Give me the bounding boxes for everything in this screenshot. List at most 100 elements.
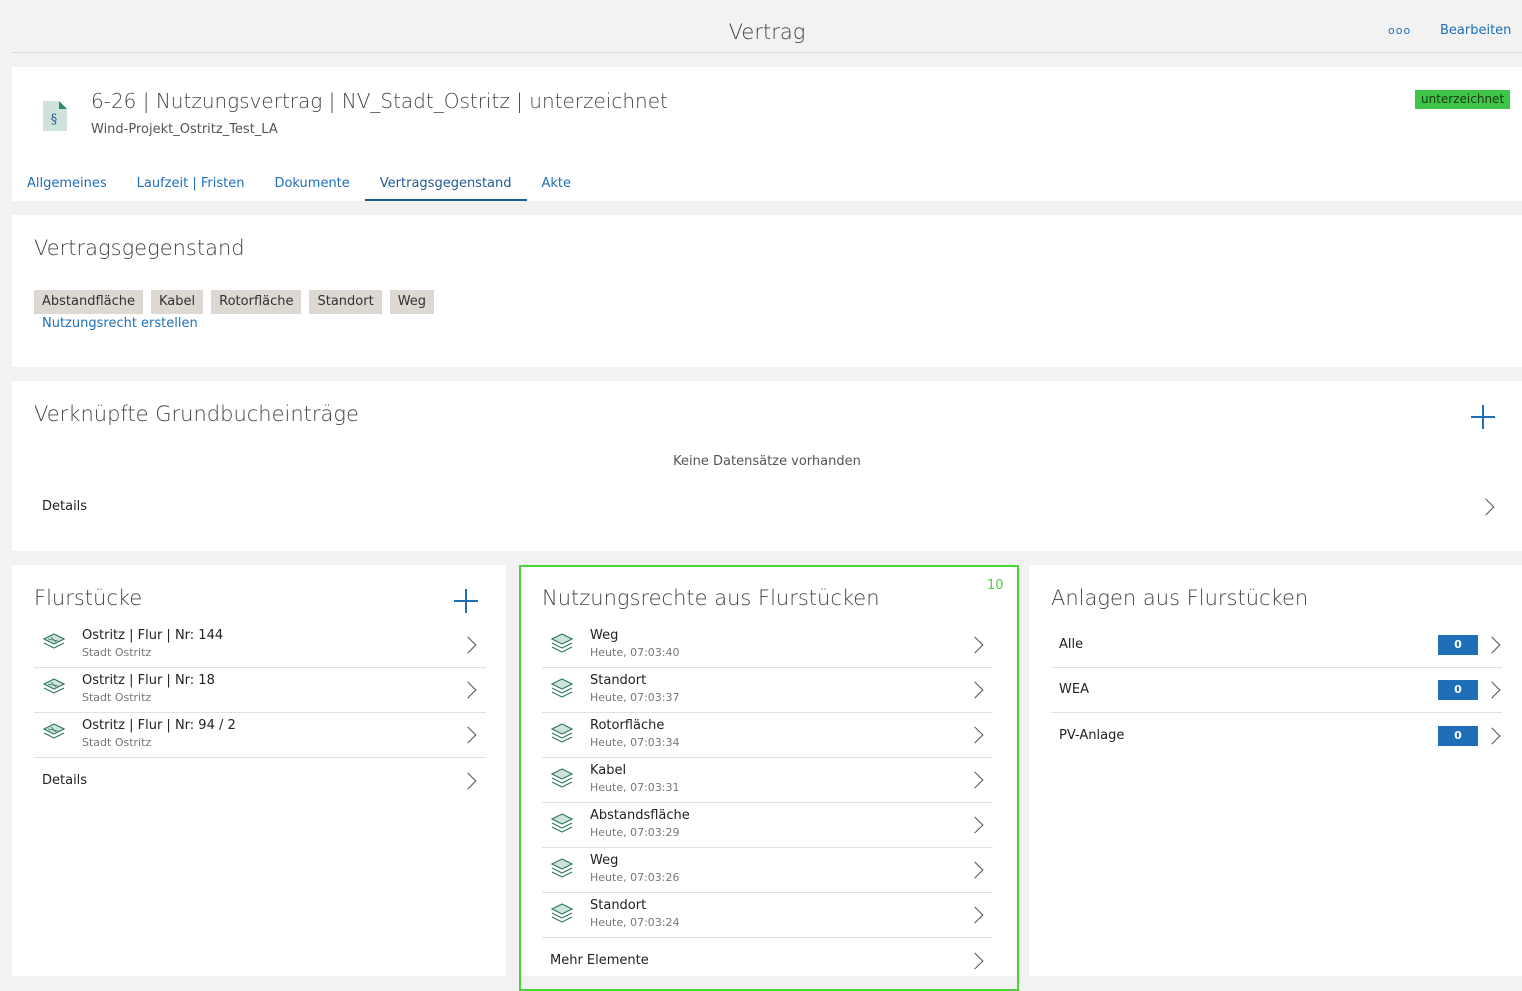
section-title: Nutzungsrechte aus Flurstücken bbox=[542, 586, 880, 610]
item-timestamp: Heute, 07:03:31 bbox=[590, 781, 680, 794]
chevron-right-icon bbox=[969, 816, 981, 834]
item-title: Standort bbox=[590, 898, 647, 913]
chip-list: Abstandfläche Kabel Rotorfläche Standort… bbox=[34, 290, 435, 314]
highlight-count-label: 10 bbox=[987, 578, 1004, 593]
list-item[interactable]: Weg Heute, 07:03:40 bbox=[542, 623, 993, 668]
tab-dokumente[interactable]: Dokumente bbox=[259, 167, 364, 201]
row-label: Alle bbox=[1059, 637, 1084, 652]
item-title: Abstandsfläche bbox=[590, 808, 690, 823]
anlagen-card: Anlagen aus Flurstücken Alle 0 WEA 0 PV-… bbox=[1029, 565, 1522, 976]
anlagen-row-pv[interactable]: PV-Anlage 0 bbox=[1051, 714, 1502, 759]
chevron-right-icon bbox=[1486, 727, 1498, 745]
item-subtitle: Stadt Ostritz bbox=[82, 736, 152, 749]
contract-document-icon: § bbox=[43, 101, 67, 131]
details-label: Details bbox=[42, 773, 88, 788]
chevron-right-icon bbox=[969, 952, 981, 970]
list-item[interactable]: Weg Heute, 07:03:26 bbox=[542, 848, 993, 893]
list-item[interactable]: Ostritz | Flur | Nr: 144 Stadt Ostritz bbox=[34, 623, 486, 668]
record-subtitle: Wind-Projekt_Ostritz_Test_LA bbox=[91, 122, 278, 137]
section-title: Flurstücke bbox=[34, 586, 143, 610]
item-subtitle: Stadt Ostritz bbox=[82, 646, 152, 659]
item-timestamp: Heute, 07:03:24 bbox=[590, 916, 680, 929]
row-label: PV-Anlage bbox=[1059, 728, 1125, 743]
edit-button[interactable]: Bearbeiten bbox=[1440, 23, 1511, 38]
usage-right-icon bbox=[550, 858, 574, 878]
tab-vertragsgegenstand[interactable]: Vertragsgegenstand bbox=[364, 167, 527, 201]
page-title: Vertrag bbox=[728, 20, 806, 44]
top-bar: Vertrag ooo Bearbeiten bbox=[12, 0, 1522, 53]
item-timestamp: Heute, 07:03:29 bbox=[590, 826, 680, 839]
usage-right-icon bbox=[550, 723, 574, 743]
item-title: Ostritz | Flur | Nr: 94 / 2 bbox=[82, 718, 236, 733]
section-title: Verknüpfte Grundbucheinträge bbox=[34, 402, 359, 426]
chevron-right-icon bbox=[969, 681, 981, 699]
item-title: Standort bbox=[590, 673, 647, 688]
chevron-right-icon bbox=[462, 772, 474, 790]
add-grundbuch-plus-icon[interactable] bbox=[1471, 405, 1495, 429]
row-label: WEA bbox=[1059, 682, 1089, 697]
more-options-button[interactable]: ooo bbox=[1388, 24, 1411, 37]
chip-weg[interactable]: Weg bbox=[389, 290, 435, 314]
list-item[interactable]: Abstandsfläche Heute, 07:03:29 bbox=[542, 803, 993, 848]
chevron-right-icon bbox=[462, 726, 474, 744]
flurstuecke-card: Flurstücke Ostritz | Flur | Nr: 144 Stad… bbox=[12, 565, 506, 976]
list-item[interactable]: Ostritz | Flur | Nr: 18 Stadt Ostritz bbox=[34, 668, 486, 713]
grundbuch-card: Verknüpfte Grundbucheinträge Keine Daten… bbox=[12, 381, 1522, 551]
list-item[interactable]: Standort Heute, 07:03:24 bbox=[542, 893, 993, 938]
more-elements-row[interactable]: Mehr Elemente bbox=[542, 939, 993, 984]
anlagen-row-alle[interactable]: Alle 0 bbox=[1051, 623, 1502, 668]
chip-standort[interactable]: Standort bbox=[309, 290, 382, 314]
chevron-right-icon bbox=[462, 636, 474, 654]
item-timestamp: Heute, 07:03:26 bbox=[590, 871, 680, 884]
item-timestamp: Heute, 07:03:37 bbox=[590, 691, 680, 704]
usage-right-icon bbox=[550, 813, 574, 833]
chevron-right-icon bbox=[969, 906, 981, 924]
count-badge: 0 bbox=[1438, 680, 1478, 700]
chip-rotorflaeche[interactable]: Rotorfläche bbox=[211, 290, 302, 314]
item-subtitle: Stadt Ostritz bbox=[82, 691, 152, 704]
record-title: 6-26 | Nutzungsvertrag | NV_Stadt_Ostrit… bbox=[91, 89, 668, 113]
item-title: Ostritz | Flur | Nr: 18 bbox=[82, 673, 215, 688]
item-title: Kabel bbox=[590, 763, 627, 778]
item-title: Weg bbox=[590, 628, 619, 643]
flurstuecke-details-row[interactable]: Details bbox=[34, 759, 486, 804]
create-nutzungsrecht-link[interactable]: Nutzungsrecht erstellen bbox=[42, 316, 198, 331]
list-item[interactable]: Kabel Heute, 07:03:31 bbox=[542, 758, 993, 803]
vertragsgegenstand-card: Vertragsgegenstand Abstandfläche Kabel R… bbox=[12, 215, 1522, 367]
item-timestamp: Heute, 07:03:40 bbox=[590, 646, 680, 659]
nutzungsrechte-card: Nutzungsrechte aus Flurstücken Weg Heute… bbox=[520, 565, 1018, 976]
item-timestamp: Heute, 07:03:34 bbox=[590, 736, 680, 749]
record-header: § 6-26 | Nutzungsvertrag | NV_Stadt_Ostr… bbox=[12, 67, 1522, 201]
details-label: Details bbox=[42, 499, 88, 514]
more-elements-label: Mehr Elemente bbox=[550, 953, 649, 968]
tab-akte[interactable]: Akte bbox=[527, 167, 587, 201]
anlagen-row-wea[interactable]: WEA 0 bbox=[1051, 668, 1502, 713]
tab-allgemeines[interactable]: Allgemeines bbox=[12, 167, 122, 201]
section-title: Anlagen aus Flurstücken bbox=[1051, 586, 1309, 610]
usage-right-icon bbox=[550, 903, 574, 923]
parcel-map-icon bbox=[42, 723, 66, 739]
add-flurstueck-plus-icon[interactable] bbox=[454, 589, 478, 613]
empty-state-text: Keine Datensätze vorhanden bbox=[673, 454, 861, 469]
count-badge: 0 bbox=[1438, 635, 1478, 655]
section-title: Vertragsgegenstand bbox=[34, 236, 245, 260]
tab-laufzeit-fristen[interactable]: Laufzeit | Fristen bbox=[122, 167, 260, 201]
chip-abstandflaeche[interactable]: Abstandfläche bbox=[34, 290, 144, 314]
chip-kabel[interactable]: Kabel bbox=[151, 290, 204, 314]
chevron-right-icon bbox=[969, 726, 981, 744]
grundbuch-details-row[interactable]: Details bbox=[34, 485, 1504, 530]
list-item[interactable]: Standort Heute, 07:03:37 bbox=[542, 668, 993, 713]
count-badge: 0 bbox=[1438, 726, 1478, 746]
list-item[interactable]: Rotorfläche Heute, 07:03:34 bbox=[542, 713, 993, 758]
svg-text:§: § bbox=[51, 112, 58, 127]
chevron-right-icon bbox=[1486, 636, 1498, 654]
chevron-right-icon bbox=[1486, 681, 1498, 699]
usage-right-icon bbox=[550, 678, 574, 698]
chevron-right-icon bbox=[969, 771, 981, 789]
usage-right-icon bbox=[550, 768, 574, 788]
chevron-right-icon bbox=[1480, 498, 1492, 516]
parcel-map-icon bbox=[42, 678, 66, 694]
chevron-right-icon bbox=[969, 636, 981, 654]
list-item[interactable]: Ostritz | Flur | Nr: 94 / 2 Stadt Ostrit… bbox=[34, 713, 486, 758]
item-title: Rotorfläche bbox=[590, 718, 665, 733]
